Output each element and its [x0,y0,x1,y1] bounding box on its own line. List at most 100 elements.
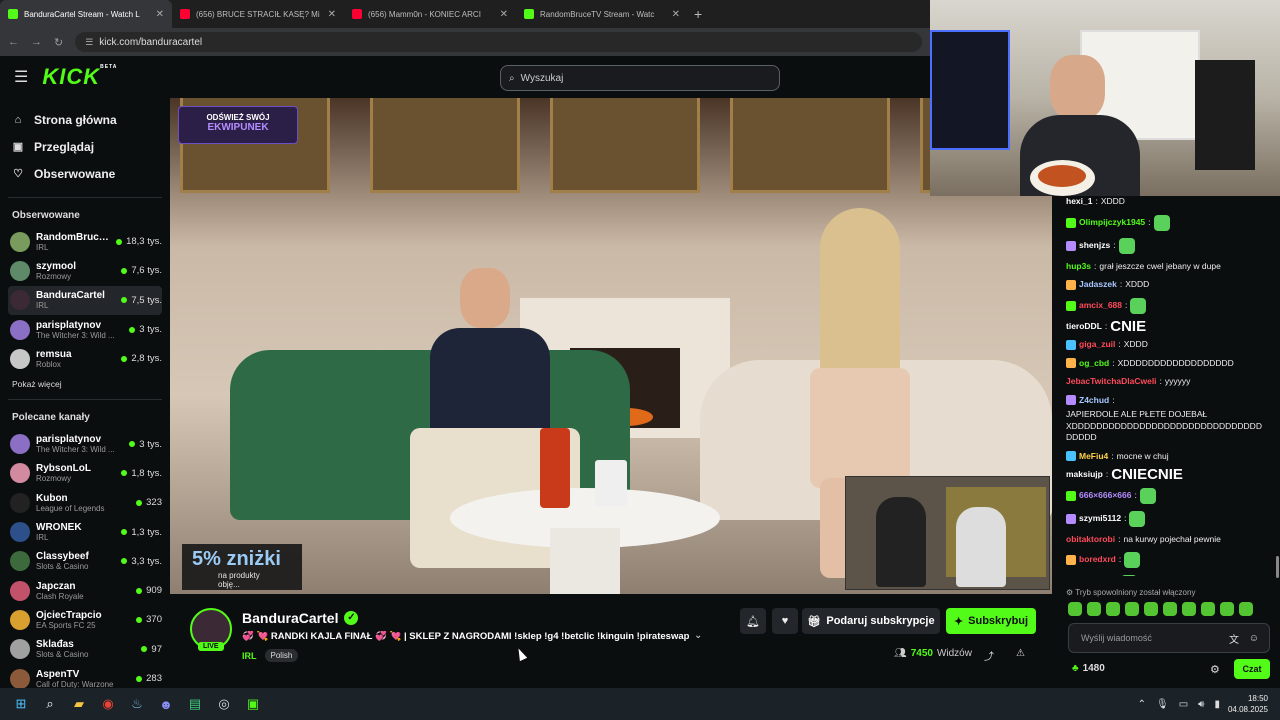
nav-item[interactable]: ⌂ Strona główna [0,106,170,133]
chat-username[interactable]: szymi5112 [1079,513,1121,525]
search-input[interactable]: ⌕ Wyszukaj [500,65,780,91]
followed-channel[interactable]: remsua Roblox 2,8 tys. [0,344,170,373]
chat-message[interactable]: giga_zuil: XDDD [1066,339,1274,351]
video-player[interactable]: ODŚWIEŻ SWÓJ EKWIPUNEK 5% zniżki na prod… [170,98,1052,594]
emote-icon[interactable] [1163,602,1177,616]
chat-messages[interactable]: hexi_1: XDDD Olimpijczyk1945: shenjzs: hup3s… [1066,196,1274,576]
recommended-channel[interactable]: WRONEK IRL 1,3 tys. [0,517,170,546]
chat-message[interactable]: MeFiu4: mocne w chuj [1066,451,1274,463]
page-scrollbar[interactable] [1276,556,1279,578]
followed-channel[interactable]: szymool Rozmowy 7,6 tys. [0,256,170,285]
close-icon[interactable]: ✕ [328,9,336,20]
clock[interactable]: 18:50 04.08.2025 [1228,693,1268,715]
volume-icon[interactable]: 🔊︎ [1198,699,1204,710]
recommended-channel[interactable]: Japczan Clash Royale 909 [0,576,170,605]
chat-username[interactable]: hexi_1 [1066,196,1092,208]
chat-username[interactable]: obitaktorobi [1066,534,1115,546]
chat-message[interactable]: obitaktorobi: na kurwy pojechał pewnie [1066,534,1274,546]
nav-item[interactable]: ♡ Obserwowane [0,160,170,187]
emote-icon[interactable] [1106,602,1120,616]
chat-message[interactable]: 666×666×666: [1066,487,1274,504]
followed-channel[interactable]: parisplatynov The Witcher 3: Wild ... 3 ty… [0,315,170,344]
browser-tab[interactable]: BanduraCartel Stream - Watch L ✕ [0,0,172,28]
close-icon[interactable]: ✕ [156,9,164,20]
chat-message[interactable]: Jadaszek: XDDD [1066,279,1274,291]
recommended-channel[interactable]: OjciecTrapcio EA Sports FC 25 370 [0,605,170,634]
chat-username[interactable]: shenjzs [1079,240,1110,252]
emote-icon[interactable] [1125,602,1139,616]
category-link[interactable]: IRL [242,651,257,661]
followed-channel[interactable]: RandomBruce... IRL 18,3 tys. [0,227,170,256]
chat-username[interactable]: amcix_688 [1079,300,1122,312]
nav-item[interactable]: ▣ Przeglądaj [0,133,170,160]
terminal-icon[interactable]: ▤ [184,693,206,715]
chat-username[interactable]: MeFiu4 [1079,451,1108,463]
chat-input[interactable]: Wyślij wiadomość 文 ☺ [1068,623,1270,653]
chat-username[interactable]: maksiujp [1066,469,1103,481]
channel-name[interactable]: BanduraCartel ✓ [242,610,359,626]
browser-tab[interactable]: RandomBruceTV Stream - Watc ✕ [516,0,688,28]
notification-bell-button[interactable]: 🔔︎ [740,608,766,634]
recommended-channel[interactable]: Sklađas Slots & Casino 97 [0,635,170,664]
search-icon[interactable]: ⌕ [39,693,61,715]
recommended-channel[interactable]: Kubon League of Legends 323 [0,488,170,517]
mic-icon[interactable]: 🎙︎ [1156,699,1169,710]
chat-username[interactable]: boredxrd [1079,554,1116,566]
chat-username[interactable]: Olimpijczyk1945 [1079,217,1145,229]
emote-icon[interactable] [1144,602,1158,616]
chevron-down-icon[interactable]: ⌄ [694,630,702,641]
chat-message[interactable]: hexi_1: XDDD [1066,196,1274,208]
chat-username[interactable]: tieroDDL [1066,321,1102,333]
gear-icon[interactable]: ⚙ [1210,663,1220,676]
chevron-up-icon[interactable]: ⌃ [1138,699,1146,710]
kick-logo[interactable]: KICKBETA [42,64,117,90]
chat-message[interactable]: Olimpijczyk1945: [1066,214,1274,231]
translate-icon[interactable]: 文 [1229,631,1239,646]
url-field[interactable]: ☰ kick.com/banduracartel [75,32,922,52]
chat-message[interactable]: amcix_688: [1066,297,1274,314]
subscribe-button[interactable]: ✦ Subskrybuj [946,608,1036,634]
chat-message[interactable]: tieroDDL: CNIE [1066,319,1274,333]
show-more-link[interactable]: Pokaż więcej [0,379,170,389]
language-tag[interactable]: Polish [264,649,299,662]
chat-message[interactable]: boredxrd: [1066,552,1274,568]
chat-message[interactable]: og_cbd: XDDDDDDDDDDDDDDDDDD [1066,358,1274,370]
emote-icon[interactable] [1201,602,1215,616]
chat-username[interactable]: Z4chud [1079,395,1109,407]
chat-username[interactable]: Jadaszek [1079,279,1117,291]
chat-username[interactable]: og_cbd [1079,358,1109,370]
chat-message[interactable]: JebacTwitchaDlaCweli: yyyyyy [1066,376,1274,388]
gift-sub-button[interactable]: 🎁︎ Podaruj subskrypcje [802,608,940,634]
recommended-channel[interactable]: parisplatynov The Witcher 3: Wild ... 3 ty… [0,429,170,458]
windows-icon[interactable]: ⊞ [10,693,32,715]
recommended-channel[interactable]: Classybeef Slots & Casino 3,3 tys. [0,547,170,576]
back-icon[interactable]: ← [8,36,19,48]
forward-icon[interactable]: → [31,36,42,48]
chrome-icon[interactable]: ◉ [97,693,119,715]
chat-username[interactable]: 666×666×666 [1079,490,1131,502]
chat-message[interactable]: Z4chud: JAPIERDOLE ALE PŁETE DOJEBAŁ XDDD… [1066,395,1274,444]
chat-username[interactable]: JebacTwitchaDlaCweli [1066,376,1157,388]
battery-icon[interactable]: ▮ [1214,699,1220,710]
report-icon[interactable]: ⚠ [1016,648,1025,659]
menu-icon[interactable]: ☰ [14,67,28,87]
chat-message[interactable]: szymi5112: [1066,510,1274,527]
share-icon[interactable]: ⤴ [984,648,994,663]
emote-icon[interactable] [1087,602,1101,616]
browser-tab[interactable]: (656) Mamm0n - KONIEC ARCI ✕ [344,0,516,28]
kick-app-icon[interactable]: ▣ [242,693,264,715]
discord-icon[interactable]: ☻ [155,693,177,715]
follow-button[interactable]: ♥ [772,608,798,634]
emote-icon[interactable] [1068,602,1082,616]
chat-message[interactable]: Beniotja: [1066,575,1274,576]
close-icon[interactable]: ✕ [672,9,680,20]
recommended-channel[interactable]: RybsonLoL Rozmowy 1,8 tys. [0,459,170,488]
emote-icon[interactable] [1182,602,1196,616]
browser-tab[interactable]: (656) BRUCE STRACIŁ KASĘ? Mi ✕ [172,0,344,28]
chat-message[interactable]: hup3s: grał jeszcze cwel jebany w dupe [1066,261,1274,273]
channel-points[interactable]: ♣ 1480 [1072,663,1105,674]
steam-icon[interactable]: ♨ [126,693,148,715]
chat-message[interactable]: maksiujp: CNIECNIE [1066,467,1274,481]
chat-username[interactable]: giga_zuil [1079,339,1115,351]
new-tab-icon[interactable]: + [694,6,702,22]
